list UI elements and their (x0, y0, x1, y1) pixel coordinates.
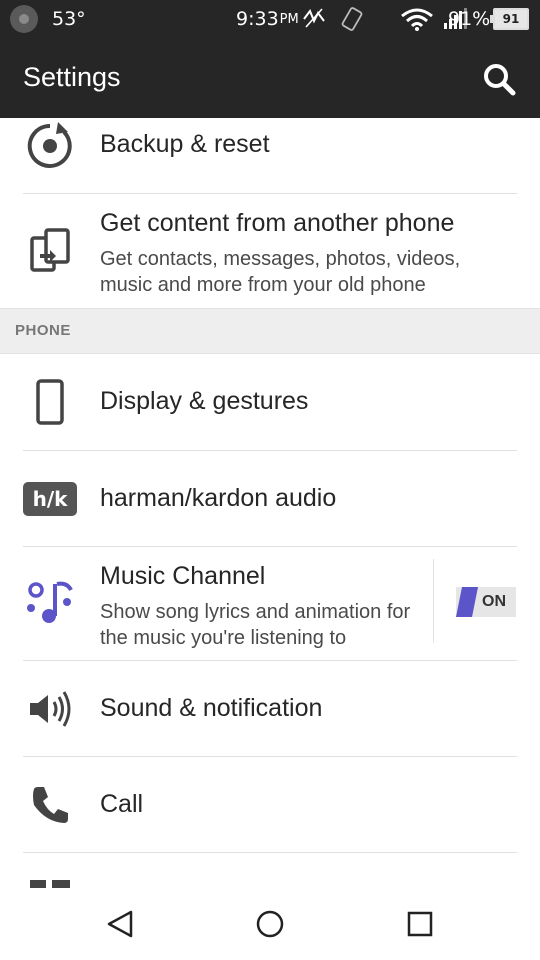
clock: 9:33 PM (236, 0, 299, 38)
harman-kardon-icon: h/k (22, 471, 78, 527)
recents-button[interactable] (400, 904, 440, 944)
status-icons (300, 0, 472, 38)
music-notes-icon (22, 573, 78, 629)
page-title: Settings (23, 62, 121, 92)
battery-percent: 91% (448, 8, 491, 30)
home-icon (256, 910, 284, 938)
status-bar: 53° 9:33 PM 91% 91 (0, 0, 540, 38)
setting-display-gestures[interactable]: Display & gestures (0, 354, 540, 450)
toggle-label: ON (482, 593, 506, 610)
setting-subtitle: Get contacts, messages, photos, videos, … (100, 248, 461, 296)
recents-icon (407, 911, 433, 937)
setting-harman-kardon[interactable]: h/k harman/kardon audio (0, 451, 540, 546)
section-title: PHONE (15, 322, 71, 339)
nfc-icon (303, 8, 325, 28)
setting-sound-notification[interactable]: Sound & notification (0, 661, 540, 756)
call-icon (22, 777, 78, 833)
section-header-phone: PHONE (0, 308, 540, 354)
setting-title: Call (100, 790, 144, 818)
navigation-bar (0, 888, 540, 960)
setting-title: Backup & reset (100, 130, 270, 158)
music-channel-toggle[interactable]: ON (456, 587, 516, 617)
weather-icon (10, 0, 40, 38)
clock-time: 9:33 (236, 8, 279, 30)
battery-icon: 91 (490, 0, 529, 38)
clock-ampm: PM (279, 11, 299, 27)
setting-get-content[interactable]: Get content from another phone Get conta… (0, 194, 540, 308)
rotate-icon (341, 7, 363, 31)
app-bar: Settings (0, 38, 540, 118)
battery-level: 91 (490, 8, 529, 30)
setting-title: harman/kardon audio (100, 484, 337, 512)
setting-backup-reset[interactable]: Backup & reset (0, 118, 540, 194)
next-item-icon (30, 880, 70, 888)
setting-subtitle: Show song lyrics and animation for the m… (100, 601, 411, 649)
transfer-phone-icon (22, 222, 78, 278)
harman-kardon-logo: h/k (23, 482, 77, 516)
back-button[interactable] (100, 904, 140, 944)
setting-title: Music Channel (100, 562, 266, 590)
temperature: 53° (52, 8, 86, 30)
setting-title: Display & gestures (100, 387, 309, 415)
phone-outline-icon (22, 374, 78, 430)
wifi-icon (401, 8, 433, 31)
divider (23, 852, 517, 853)
search-button[interactable] (480, 60, 520, 100)
setting-call[interactable]: Call (0, 757, 540, 852)
setting-title: Sound & notification (100, 694, 323, 722)
backup-reset-icon (22, 118, 78, 174)
speaker-icon (22, 681, 78, 737)
setting-title: Get content from another phone (100, 209, 455, 237)
back-icon (107, 910, 133, 938)
search-icon (484, 64, 516, 96)
home-button[interactable] (250, 904, 290, 944)
toggle-knob (456, 587, 478, 617)
toggle-separator (433, 559, 434, 643)
